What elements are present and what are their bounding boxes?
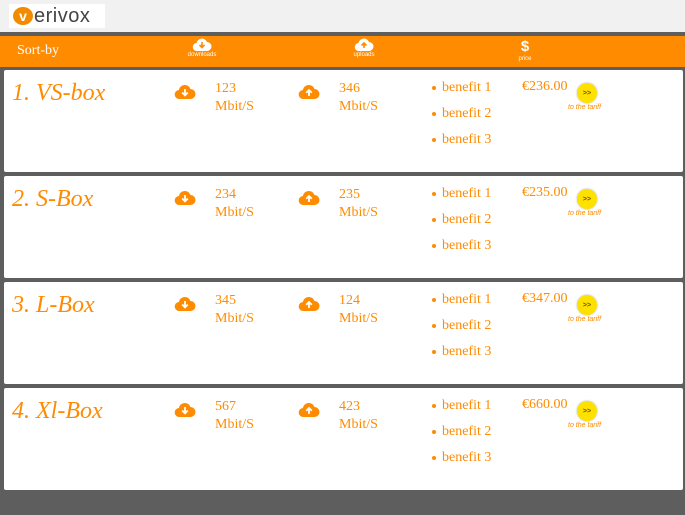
tariff-price: €660.00 [522, 397, 568, 412]
cloud-upload-icon [298, 402, 320, 418]
benefit-item: benefit 1 [432, 397, 491, 423]
benefit-item: benefit 1 [432, 79, 491, 105]
upload-unit: Mbit/S [339, 205, 378, 220]
benefit-item: benefit 3 [432, 343, 491, 369]
go-to-tariff-button[interactable]: >> [577, 83, 597, 103]
download-value: 567 [215, 399, 236, 414]
benefit-item: benefit 3 [432, 449, 491, 475]
sort-by-label: Sort-by [17, 43, 59, 58]
cloud-download-icon [174, 190, 196, 206]
tariff-title: 1. VS-box [12, 80, 106, 106]
benefit-item: benefit 2 [432, 211, 491, 237]
uploads-caption: uploads [353, 52, 375, 58]
downloads-caption: downloads [187, 52, 217, 58]
upload-value: 124 [339, 293, 360, 308]
download-value: 345 [215, 293, 236, 308]
tariff-card: 1. VS-box 123 Mbit/S 346 Mbit/S benefit … [4, 70, 683, 172]
upload-unit: Mbit/S [339, 99, 378, 114]
upload-speed: 423 Mbit/S [339, 398, 378, 434]
tariff-title: 2. S-Box [12, 186, 94, 212]
upload-unit: Mbit/S [339, 311, 378, 326]
sort-price-button[interactable]: $ price [500, 38, 550, 62]
upload-speed: 346 Mbit/S [339, 80, 378, 116]
to-the-tariff-link[interactable]: to the tariff [568, 210, 601, 217]
benefit-list: benefit 1 benefit 2 benefit 3 [432, 291, 491, 369]
tariff-card: 2. S-Box 234 Mbit/S 235 Mbit/S benefit 1… [4, 176, 683, 278]
download-speed: 234 Mbit/S [215, 186, 254, 222]
verivox-logo[interactable]: v erivox [9, 4, 105, 28]
download-speed: 345 Mbit/S [215, 292, 254, 328]
benefit-list: benefit 1 benefit 2 benefit 3 [432, 185, 491, 263]
cloud-download-icon [192, 38, 212, 52]
cloud-upload-icon [298, 296, 320, 312]
dollar-icon: $ [520, 38, 530, 55]
download-value: 123 [215, 81, 236, 96]
cloud-download-icon [174, 296, 196, 312]
upload-unit: Mbit/S [339, 417, 378, 432]
upload-speed: 124 Mbit/S [339, 292, 378, 328]
tariff-price: €236.00 [522, 79, 568, 94]
download-value: 234 [215, 187, 236, 202]
sort-uploads-button[interactable]: uploads [339, 38, 389, 58]
tariff-card: 4. Xl-Box 567 Mbit/S 423 Mbit/S benefit … [4, 388, 683, 490]
download-speed: 123 Mbit/S [215, 80, 254, 116]
go-to-tariff-button[interactable]: >> [577, 295, 597, 315]
to-the-tariff-link[interactable]: to the tariff [568, 316, 601, 323]
logo-mark: v [13, 7, 33, 25]
benefit-item: benefit 1 [432, 185, 491, 211]
upload-value: 235 [339, 187, 360, 202]
upload-value: 423 [339, 399, 360, 414]
download-speed: 567 Mbit/S [215, 398, 254, 434]
tariff-title: 3. L-Box [12, 292, 95, 318]
to-the-tariff-link[interactable]: to the tariff [568, 422, 601, 429]
tariff-title: 4. Xl-Box [12, 398, 103, 424]
benefit-item: benefit 1 [432, 291, 491, 317]
tariff-price: €235.00 [522, 185, 568, 200]
cloud-download-icon [174, 84, 196, 100]
benefit-item: benefit 3 [432, 237, 491, 263]
upload-value: 346 [339, 81, 360, 96]
download-unit: Mbit/S [215, 311, 254, 326]
download-unit: Mbit/S [215, 99, 254, 114]
upload-speed: 235 Mbit/S [339, 186, 378, 222]
sort-downloads-button[interactable]: downloads [177, 38, 227, 58]
benefit-item: benefit 2 [432, 423, 491, 449]
benefit-item: benefit 3 [432, 131, 491, 157]
bottom-bar [0, 492, 685, 515]
benefit-list: benefit 1 benefit 2 benefit 3 [432, 397, 491, 475]
cloud-upload-icon [298, 84, 320, 100]
go-to-tariff-button[interactable]: >> [577, 189, 597, 209]
go-to-tariff-button[interactable]: >> [577, 401, 597, 421]
download-unit: Mbit/S [215, 205, 254, 220]
cloud-upload-icon [354, 38, 374, 52]
to-the-tariff-link[interactable]: to the tariff [568, 104, 601, 111]
logo-text: erivox [34, 4, 91, 27]
price-caption: price [518, 56, 532, 62]
benefit-list: benefit 1 benefit 2 benefit 3 [432, 79, 491, 157]
download-unit: Mbit/S [215, 417, 254, 432]
sort-bar: Sort-by downloads uploads $ price [0, 36, 685, 67]
benefit-item: benefit 2 [432, 317, 491, 343]
cloud-upload-icon [298, 190, 320, 206]
tariff-list: 1. VS-box 123 Mbit/S 346 Mbit/S benefit … [4, 70, 683, 494]
top-bar: v erivox [0, 0, 685, 32]
tariff-price: €347.00 [522, 291, 568, 306]
cloud-download-icon [174, 402, 196, 418]
benefit-item: benefit 2 [432, 105, 491, 131]
tariff-card: 3. L-Box 345 Mbit/S 124 Mbit/S benefit 1… [4, 282, 683, 384]
